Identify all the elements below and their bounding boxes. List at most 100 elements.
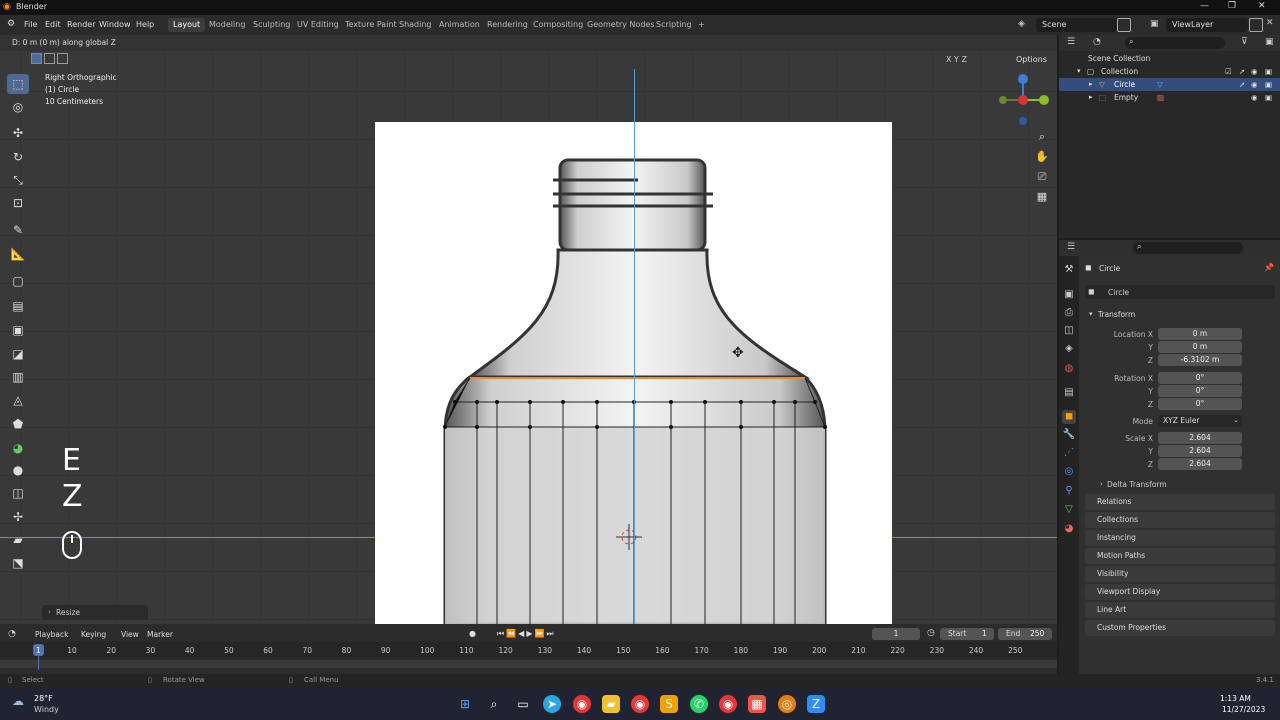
viewport-display-section[interactable]: Viewport Display	[1085, 584, 1275, 600]
modifier-tab-icon[interactable]: 🔧	[1062, 428, 1076, 442]
visibility-section[interactable]: Visibility	[1085, 566, 1275, 582]
render-camera-icon[interactable]: ▣	[1265, 65, 1272, 78]
select-mode-icons[interactable]	[31, 53, 71, 65]
maximize-icon[interactable]: ❐	[1228, 1, 1236, 11]
world-tab-icon[interactable]: ◍	[1062, 362, 1076, 376]
view-layer-selector[interactable]: ViewLayer	[1166, 18, 1248, 32]
tab-animation[interactable]: Animation	[434, 18, 485, 32]
menu-render[interactable]: Render	[67, 20, 95, 29]
render-camera-icon[interactable]: ▣	[1265, 78, 1272, 91]
collections-section[interactable]: Collections	[1085, 512, 1275, 528]
object-tab-icon[interactable]: ◼	[1062, 410, 1076, 424]
task-view-icon[interactable]: ▭	[514, 695, 532, 713]
scene-selector[interactable]: Scene	[1036, 18, 1118, 32]
last-operator-panel[interactable]: › Resize	[42, 605, 148, 620]
mirror-axis-buttons[interactable]: X Y Z	[946, 55, 967, 64]
outliner-row-empty[interactable]: ▸ ⬚ Empty ▨ ◉ ▣	[1059, 91, 1280, 104]
menu-edit[interactable]: Edit	[45, 20, 61, 29]
tab-scripting[interactable]: Scripting	[651, 18, 697, 32]
outliner-search-input[interactable]	[1125, 37, 1225, 49]
move-tool-icon[interactable]: ✣	[7, 123, 29, 143]
clock-date[interactable]: 11/27/2023	[1222, 705, 1265, 714]
physics-tab-icon[interactable]: ◎	[1062, 465, 1076, 479]
tab-layout[interactable]: Layout	[168, 18, 206, 32]
close-icon[interactable]: ✕	[1258, 1, 1266, 11]
menu-file[interactable]: File	[24, 20, 37, 29]
extrude-tool-icon[interactable]: ▤	[7, 296, 29, 316]
new-scene-icon[interactable]	[1117, 18, 1131, 32]
render-tab-icon[interactable]: ▣	[1062, 288, 1076, 302]
select-box-tool-icon[interactable]: ⬚	[7, 74, 29, 94]
weather-temp[interactable]: 28°F	[34, 694, 53, 703]
current-frame-field[interactable]: 1	[872, 628, 920, 640]
selectable-icon[interactable]: ➚	[1239, 65, 1245, 78]
start-windows-icon[interactable]: ⊞	[456, 695, 474, 713]
pin-icon[interactable]: 📌	[1264, 263, 1274, 272]
taskbar-search-icon[interactable]: ⌕	[485, 695, 503, 713]
loop-cut-tool-icon[interactable]: ▥	[7, 367, 29, 387]
playback-menu[interactable]: Playback	[35, 630, 68, 639]
telegram-icon[interactable]: ➤	[543, 695, 561, 713]
scene-tab-icon[interactable]: ◈	[1062, 342, 1076, 356]
chrome-alt-icon[interactable]: ◉	[719, 695, 737, 713]
bevel-tool-icon[interactable]: ◪	[7, 344, 29, 364]
tab-geometry-nodes[interactable]: Geometry Nodes	[582, 18, 659, 32]
tab-uv-editing[interactable]: UV Editing	[292, 18, 344, 32]
motion-paths-section[interactable]: Motion Paths	[1085, 548, 1275, 564]
new-collection-icon[interactable]: ▣	[1265, 37, 1274, 47]
delta-transform-section[interactable]: Delta Transform	[1107, 480, 1167, 489]
location-z-field[interactable]: -6.3102 m	[1158, 354, 1242, 366]
poly-build-tool-icon[interactable]: ⬟	[7, 414, 29, 434]
whatsapp-icon[interactable]: ✆	[690, 695, 708, 713]
shrink-fatten-tool-icon[interactable]: ✢	[7, 507, 29, 527]
checkbox-icon[interactable]: ☑	[1225, 65, 1232, 78]
transform-tool-icon[interactable]: ⊡	[7, 193, 29, 213]
view-menu[interactable]: View	[121, 630, 139, 639]
app-grid-icon[interactable]: ▦	[748, 695, 766, 713]
add-workspace-button[interactable]: +	[693, 18, 710, 32]
tab-compositing[interactable]: Compositing	[528, 18, 588, 32]
tab-rendering[interactable]: Rendering	[482, 18, 533, 32]
line-art-section[interactable]: Line Art	[1085, 602, 1275, 618]
data-tab-icon[interactable]: ▽	[1062, 503, 1076, 517]
transform-panel-title[interactable]: Transform	[1098, 310, 1135, 319]
instancing-section[interactable]: Instancing	[1085, 530, 1275, 546]
rip-tool-icon[interactable]: ⬔	[7, 553, 29, 573]
visibility-eye-icon[interactable]: ◉	[1251, 91, 1258, 104]
blender-taskbar-icon[interactable]: ◎	[778, 695, 796, 713]
editor-type-icon[interactable]: ☰	[1067, 37, 1075, 47]
filter-icon[interactable]: ⊽	[1241, 37, 1248, 47]
playback-controls-icon[interactable]: ⏮⏪◀▶⏩⏭	[497, 629, 556, 639]
rotation-z-field[interactable]: 0°	[1158, 398, 1242, 410]
properties-search-input[interactable]	[1133, 242, 1243, 254]
blender-menu-icon[interactable]: ⚙	[7, 19, 15, 29]
transform-expand-icon[interactable]: ▾	[1089, 310, 1093, 318]
camera-icon[interactable]: ⎚	[1034, 170, 1050, 186]
render-camera-icon[interactable]: ▣	[1265, 91, 1272, 104]
timeline-scrollbar[interactable]	[0, 660, 1057, 668]
scale-y-field[interactable]: 2.604	[1158, 445, 1242, 457]
zoom-icon[interactable]: ⌕	[1034, 130, 1050, 146]
weather-desc[interactable]: Windy	[34, 705, 59, 714]
end-frame-field[interactable]: End 250	[998, 628, 1052, 640]
tool-tab-icon[interactable]: ⚒	[1062, 263, 1076, 277]
add-cube-tool-icon[interactable]: ▢	[7, 271, 29, 291]
chrome-icon[interactable]: ◉	[573, 695, 591, 713]
annotate-tool-icon[interactable]: ✎	[7, 220, 29, 240]
options-dropdown[interactable]: Options	[1016, 55, 1047, 64]
visibility-eye-icon[interactable]: ◉	[1251, 65, 1258, 78]
location-y-field[interactable]: 0 m	[1158, 341, 1242, 353]
start-frame-field[interactable]: Start 1	[940, 628, 994, 640]
tab-texture-paint[interactable]: Texture Paint	[340, 18, 402, 32]
rotation-y-field[interactable]: 0°	[1158, 385, 1242, 397]
tab-shading[interactable]: Shading	[394, 18, 437, 32]
weather-icon[interactable]: ☁	[12, 694, 24, 708]
outliner-row-collection[interactable]: ▾ ▢ Collection ☑ ➚ ◉ ▣	[1059, 65, 1280, 78]
particles-tab-icon[interactable]: ⋰	[1062, 446, 1076, 460]
edge-slide-tool-icon[interactable]: ◫	[7, 483, 29, 503]
spin-tool-icon[interactable]: ◕	[7, 438, 29, 458]
relations-section[interactable]: Relations	[1085, 494, 1275, 510]
editor-type-icon[interactable]: ☰	[1067, 242, 1075, 252]
menu-window[interactable]: Window	[99, 20, 131, 29]
object-name-field[interactable]: ◼ Circle	[1085, 285, 1275, 299]
